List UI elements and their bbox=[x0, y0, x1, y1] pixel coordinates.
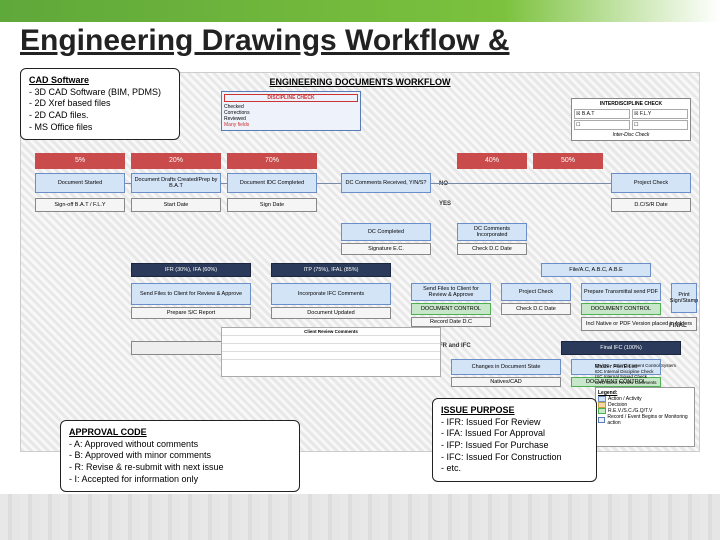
phase-ifr: IFR (30%), IFA (60%) bbox=[131, 263, 251, 277]
phase-final-ifc: Final IFC (100%) bbox=[561, 341, 681, 355]
node-prepare-sc: Prepare S/C Report bbox=[131, 307, 251, 319]
callout-line: - 2D CAD files. bbox=[29, 110, 171, 122]
node-sign-fly: Sign-off B.A.T / F.L.Y bbox=[35, 198, 125, 212]
arrow bbox=[221, 183, 227, 184]
arrow bbox=[431, 183, 611, 184]
node-doc-created: Document Drafts Created/Prep by B.A.T bbox=[131, 173, 221, 193]
node-check-date: Check D.C Date bbox=[457, 243, 527, 255]
callout-line: - IFC: Issued For Construction bbox=[441, 452, 588, 464]
node-record-date: Record Date D.C bbox=[411, 317, 491, 327]
footer-skyline bbox=[0, 494, 720, 540]
arrow bbox=[317, 183, 341, 184]
callout-issue-purpose: ISSUE PURPOSE - IFR: Issued For Review -… bbox=[432, 398, 597, 482]
node-dcsr-date: D.C/S/R Date bbox=[611, 198, 691, 212]
node-changes: Changes in Document State bbox=[451, 359, 561, 375]
legend-abbrev: QA/QC - as in document Control System ID… bbox=[595, 363, 695, 385]
label-final: FINAL bbox=[669, 323, 687, 329]
callout-line: - 2D Xref based files bbox=[29, 98, 171, 110]
discipline-check-label: DISCIPLINE CHECK bbox=[224, 94, 358, 102]
page-title: Engineering Drawings Workflow & bbox=[20, 24, 510, 58]
node-start-date: Start Date bbox=[131, 198, 221, 212]
legend: Legend: Action / Activity Decision R.E.V… bbox=[595, 387, 695, 447]
callout-heading: APPROVAL CODE bbox=[69, 427, 291, 439]
node-send-client2: Send Files to Client for Review & Approv… bbox=[411, 283, 491, 301]
table-title: Client Review Comments bbox=[222, 328, 440, 336]
node-dc-comments-q: DC Comments Received, Y/N/S? bbox=[341, 173, 431, 193]
top-banner bbox=[0, 0, 720, 22]
swimlane-50: 50% bbox=[533, 153, 603, 169]
node-doc-ctrl-b: DOCUMENT CONTROL bbox=[581, 303, 661, 315]
callout-line: - I: Accepted for information only bbox=[69, 474, 291, 486]
swimlane-5: 5% bbox=[35, 153, 125, 169]
idc-row: B.A.T bbox=[582, 111, 595, 117]
callout-approval-code: APPROVAL CODE - A: Approved without comm… bbox=[60, 420, 300, 492]
callout-line: - B: Approved with minor comments bbox=[69, 450, 291, 462]
node-doc-started: Document Started bbox=[35, 173, 125, 193]
node-proj-check2: Project Check bbox=[501, 283, 571, 301]
node-project-check: Project Check bbox=[611, 173, 691, 193]
node-doc-ctrl: DOCUMENT CONTROL bbox=[411, 303, 491, 315]
legend-row: Record / Event Begins or Monitoring acti… bbox=[607, 414, 692, 426]
callout-line: - 3D CAD Software (BIM, PDMS) bbox=[29, 87, 171, 99]
node-file-ac: File/A.C, A.B.C, A.B.E bbox=[541, 263, 651, 277]
node-natives: Natives/CAD bbox=[451, 377, 561, 387]
node-dc-inc: DC Comments Incorporated bbox=[457, 223, 527, 241]
idc-row: F.L.Y bbox=[640, 111, 651, 117]
callout-line: - IFP: Issued For Purchase bbox=[441, 440, 588, 452]
node-ifr-client: Prepare Transmittal send PDF bbox=[581, 283, 661, 301]
node-sign-dc: Signature E.C. bbox=[341, 243, 431, 255]
legend-abbr-line: CRC Client Review Comments bbox=[595, 380, 695, 385]
callout-line: - IFR: Issued For Review bbox=[441, 417, 588, 429]
node-send-client: Send Files to Client for Review & Approv… bbox=[131, 283, 251, 305]
box-row: Many fields bbox=[224, 122, 358, 128]
interdiscipline-check-table: INTERDISCIPLINE CHECK ☒ B.A.T ☒ F.L.Y ☐ … bbox=[571, 98, 691, 141]
swimlane-20: 20% bbox=[131, 153, 221, 169]
table-title: INTERDISCIPLINE CHECK bbox=[574, 101, 688, 107]
node-sign-date: Sign Date bbox=[227, 198, 317, 212]
callout-line: - etc. bbox=[441, 463, 588, 475]
diagram-title: ENGINEERING DOCUMENTS WORKFLOW bbox=[270, 77, 451, 87]
node-idc-completed: Document IDC Completed bbox=[227, 173, 317, 193]
callout-line: - MS Office files bbox=[29, 122, 171, 134]
callout-line: - A: Approved without comments bbox=[69, 439, 291, 451]
label-yes: YES bbox=[439, 201, 451, 207]
label-no: NO bbox=[439, 181, 448, 187]
client-review-table: Client Review Comments bbox=[221, 327, 441, 377]
node-doc-updated: Document Updated bbox=[271, 307, 391, 319]
swimlane-70: 70% bbox=[227, 153, 317, 169]
node-dc-completed: DC Completed bbox=[341, 223, 431, 241]
discipline-check-box: DISCIPLINE CHECK Checked Corrections Rev… bbox=[221, 91, 361, 131]
node-inc-ifc: Incorporate IFC Comments bbox=[271, 283, 391, 305]
callout-heading: ISSUE PURPOSE bbox=[441, 405, 588, 417]
callout-line: - R: Revise & re-submit with next issue bbox=[69, 462, 291, 474]
node-check-date2: Check D.C Date bbox=[501, 303, 571, 315]
idc-footer: Inter-Disc Check bbox=[574, 132, 688, 138]
arrow bbox=[125, 183, 131, 184]
callout-cad-software: CAD Software - 3D CAD Software (BIM, PDM… bbox=[20, 68, 180, 140]
swimlane-40: 40% bbox=[457, 153, 527, 169]
callout-line: - IFA: Issued For Approval bbox=[441, 428, 588, 440]
node-print-sign: Print Sign/Stamp bbox=[671, 283, 697, 313]
phase-itp: ITP (75%), IFAL (85%) bbox=[271, 263, 391, 277]
callout-heading: CAD Software bbox=[29, 75, 171, 87]
